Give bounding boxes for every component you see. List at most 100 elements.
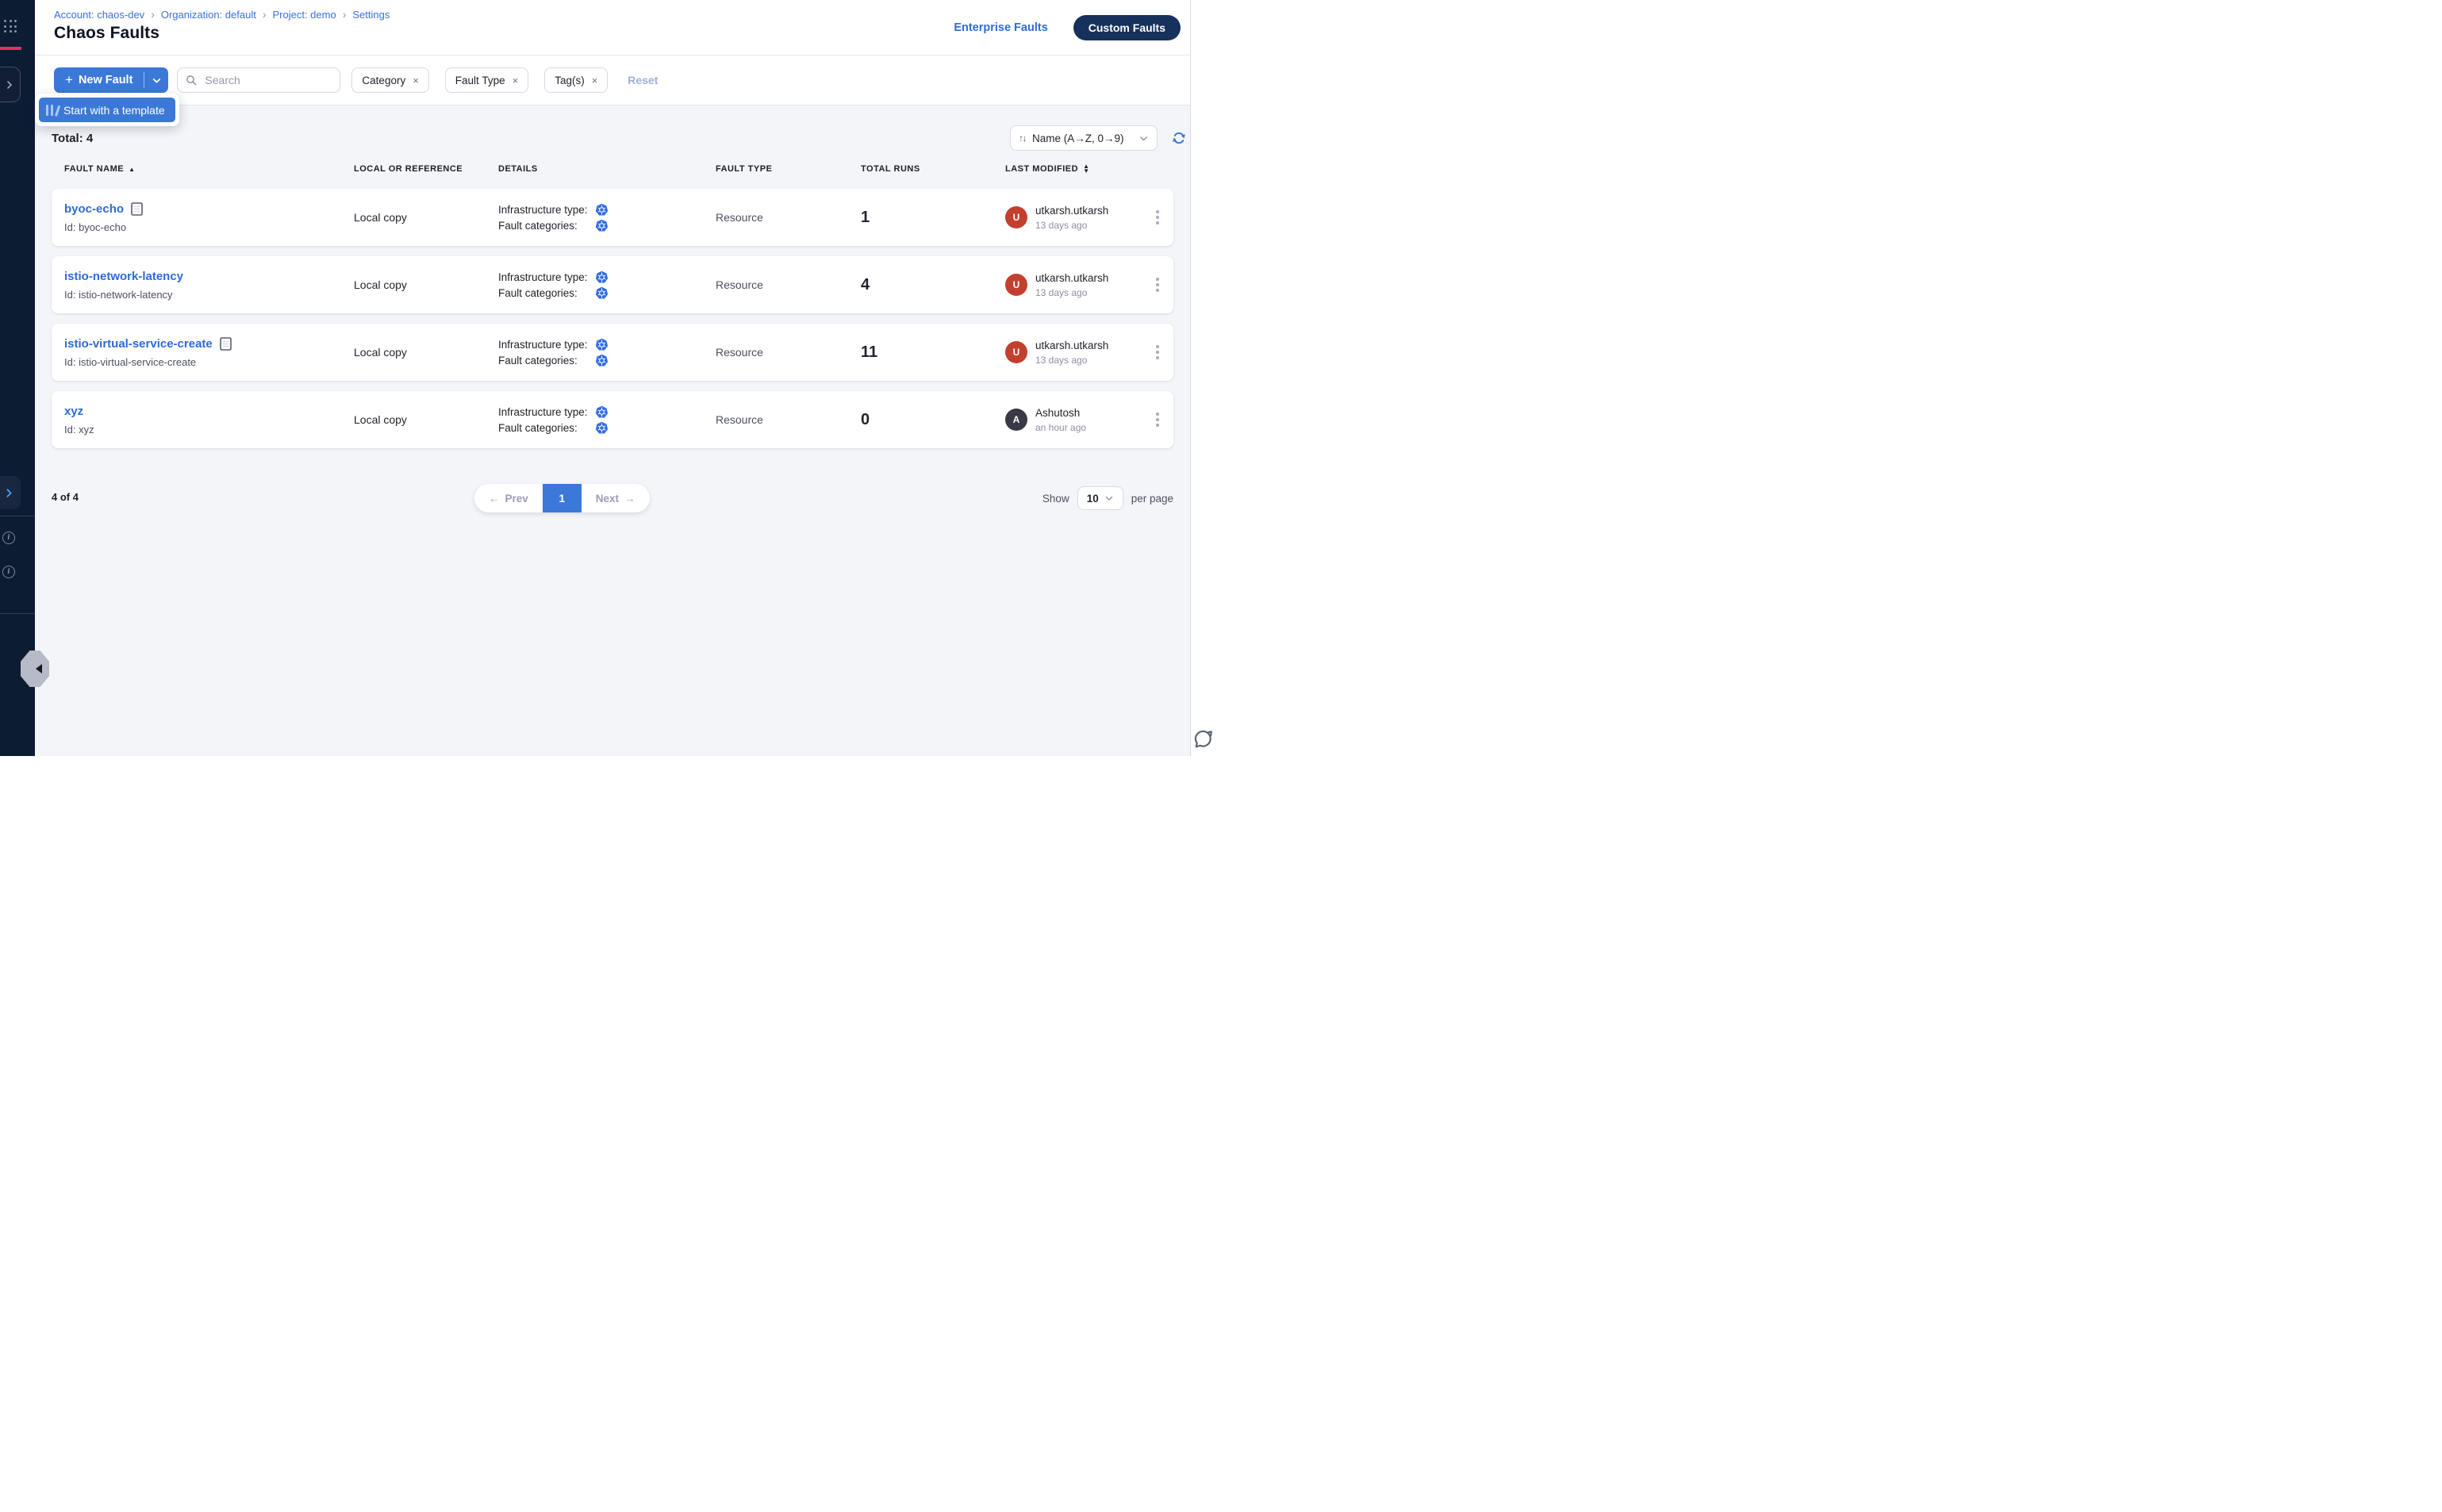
fault-name-link[interactable]: xyz (64, 405, 83, 418)
kubernetes-icon (595, 271, 609, 284)
breadcrumb-link[interactable]: Settings (352, 9, 390, 21)
manifest-file-icon (220, 337, 232, 351)
row-menu-button[interactable] (1142, 273, 1173, 297)
reset-filters-link[interactable]: Reset (628, 74, 658, 86)
header-actions: Enterprise Faults Custom Faults (954, 0, 1190, 56)
row-menu-button[interactable] (1142, 340, 1173, 364)
filter-chip[interactable]: Tag(s) × (544, 67, 608, 93)
chat-bubble-icon (1192, 727, 1216, 750)
scrollbar-gutter[interactable] (1190, 0, 1221, 756)
last-modified-cell: U utkarsh.utkarsh 13 days ago (1005, 272, 1142, 298)
modified-by: Ashutosh (1035, 407, 1086, 419)
sort-both-icon: ▲▼ (1083, 164, 1089, 174)
filter-chip-label: Fault Type (455, 75, 505, 86)
new-fault-button[interactable]: + New Fault (54, 73, 144, 88)
filter-chip[interactable]: Category× (351, 67, 428, 93)
sort-selected-value: Name (A→Z, 0→9) (1032, 132, 1132, 144)
total-runs-value: 0 (861, 411, 1005, 429)
enterprise-faults-link[interactable]: Enterprise Faults (954, 21, 1047, 34)
app-grid-icon[interactable] (4, 20, 17, 33)
faults-content: Total: 4 ↑↓ Name (A→Z, 0→9) (35, 106, 1190, 512)
arrow-left-icon: ← (489, 493, 500, 505)
fault-type-value: Resource (716, 413, 861, 426)
new-fault-dropdown: Start with a template (35, 94, 179, 126)
prev-page-button[interactable]: ← Prev (474, 484, 543, 512)
filter-chips: Category× Fault Type × Tag(s) × (351, 67, 608, 93)
new-fault-label: New Fault (79, 74, 132, 86)
fault-type-value: Resource (716, 278, 861, 291)
fault-name-link[interactable]: byoc-echo (64, 202, 124, 216)
chaos-faults-page: i i Account: chaos-dev › Organization: def… (0, 0, 1221, 756)
fault-type-value: Resource (716, 211, 861, 224)
chevron-down-icon (152, 75, 162, 86)
pagination-count: 4 of 4 (52, 491, 79, 503)
row-menu-button[interactable] (1142, 408, 1173, 432)
chevron-down-icon (1104, 493, 1114, 503)
modified-by: utkarsh.utkarsh (1035, 205, 1108, 217)
details-cell: Infrastructure type: Fault categories: (498, 336, 716, 368)
table-header: FAULT NAME ▲ LOCAL OR REFERENCE DETAILS … (52, 164, 1173, 174)
breadcrumb-link[interactable]: Project: demo (273, 9, 336, 21)
page-size-select[interactable]: 10 (1077, 486, 1123, 510)
breadcrumb-link[interactable]: Organization: default (161, 9, 256, 21)
infrastructure-type-label: Infrastructure type: (498, 204, 595, 216)
module-accent-bar (0, 47, 21, 50)
infrastructure-type-label: Infrastructure type: (498, 271, 595, 283)
modified-by: utkarsh.utkarsh (1035, 272, 1108, 284)
total-runs-value: 1 (861, 209, 1005, 227)
support-chat-button[interactable] (1192, 727, 1216, 754)
details-cell: Infrastructure type: Fault categories: (498, 201, 716, 233)
column-last-modified[interactable]: LAST MODIFIED ▲▼ (1005, 164, 1142, 174)
fault-row: istio-virtual-service-create Id: istio-v… (52, 324, 1173, 381)
faults-toolbar: + New Fault Start with a template Catego… (35, 56, 1190, 106)
manifest-file-icon (131, 202, 143, 216)
infrastructure-type-label: Infrastructure type: (498, 406, 595, 418)
sort-asc-icon: ▲ (129, 166, 135, 173)
breadcrumb-link[interactable]: Account: chaos-dev (54, 9, 144, 21)
plus-icon: + (65, 72, 73, 88)
breadcrumb-separator-icon: › (343, 8, 347, 21)
kubernetes-icon (595, 203, 609, 217)
fault-id: Id: byoc-echo (64, 221, 354, 233)
fault-categories-label: Fault categories: (498, 287, 595, 299)
column-fault-name[interactable]: FAULT NAME ▲ (64, 164, 354, 174)
filter-chip-label: Tag(s) (555, 75, 585, 86)
fault-name-link[interactable]: istio-virtual-service-create (64, 337, 213, 351)
fault-name-cell: xyz Id: xyz (64, 405, 354, 436)
sort-dropdown[interactable]: ↑↓ Name (A→Z, 0→9) (1010, 125, 1158, 151)
fault-name-cell: istio-network-latency Id: istio-network-… (64, 270, 354, 301)
info-icon[interactable]: i (2, 566, 15, 578)
modified-time: 13 days ago (1035, 220, 1108, 231)
details-cell: Infrastructure type: Fault categories: (498, 269, 716, 301)
sidebar-toggle-button[interactable] (0, 476, 21, 509)
custom-faults-button[interactable]: Custom Faults (1073, 15, 1181, 40)
fault-id: Id: xyz (64, 424, 354, 436)
avatar: U (1005, 206, 1027, 228)
start-with-template-item[interactable]: Start with a template (39, 98, 175, 122)
search-box (177, 67, 340, 93)
refresh-button[interactable] (1171, 130, 1187, 146)
fault-name-link[interactable]: istio-network-latency (64, 270, 183, 283)
fault-categories-label: Fault categories: (498, 355, 595, 366)
new-fault-menu-button[interactable] (144, 67, 168, 93)
last-modified-cell: U utkarsh.utkarsh 13 days ago (1005, 205, 1142, 231)
current-page-button[interactable]: 1 (543, 484, 582, 512)
rail-divider (0, 613, 35, 614)
next-page-button[interactable]: Next → (582, 484, 650, 512)
last-modified-cell: A Ashutosh an hour ago (1005, 407, 1142, 433)
kubernetes-icon (595, 405, 609, 419)
close-icon[interactable]: × (592, 75, 598, 86)
info-icon[interactable]: i (2, 532, 15, 544)
fault-row: xyz Id: xyz Local copy Infrastructure ty… (52, 391, 1173, 448)
search-input[interactable] (177, 67, 340, 93)
local-or-reference-value: Local copy (354, 346, 498, 359)
row-menu-button[interactable] (1142, 205, 1173, 229)
fault-id: Id: istio-network-latency (64, 289, 354, 301)
sort-arrows-icon: ↑↓ (1019, 132, 1026, 144)
close-icon[interactable]: × (513, 75, 519, 86)
kubernetes-icon (595, 421, 609, 435)
filter-chip[interactable]: Fault Type × (445, 67, 528, 93)
fault-name-cell: byoc-echo Id: byoc-echo (64, 202, 354, 233)
nav-expand-button[interactable] (0, 67, 21, 102)
close-icon[interactable]: × (413, 75, 419, 86)
